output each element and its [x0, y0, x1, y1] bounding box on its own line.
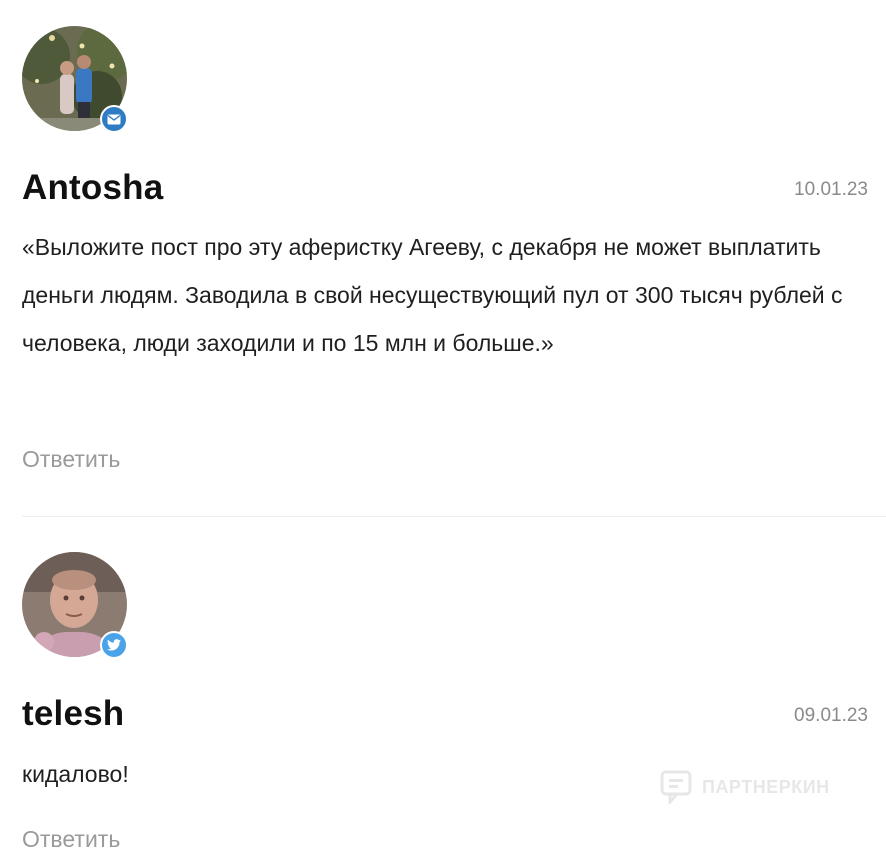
partnerkin-logo-icon	[660, 770, 692, 804]
mail-badge	[100, 105, 128, 133]
comment-date: 09.01.23	[794, 705, 868, 726]
avatar-wrapper	[22, 552, 128, 659]
twitter-badge	[100, 631, 128, 659]
reply-button[interactable]: Ответить	[22, 446, 120, 473]
watermark: ПАРТНЕРКИН	[660, 770, 830, 804]
comment-divider	[22, 516, 886, 517]
comment-author[interactable]: Antosha	[22, 168, 163, 208]
mail-icon	[107, 114, 121, 124]
watermark-text: ПАРТНЕРКИН	[702, 776, 830, 797]
comment-date: 10.01.23	[794, 179, 868, 200]
avatar-wrapper	[22, 26, 128, 133]
twitter-icon	[107, 639, 121, 651]
comment-author[interactable]: telesh	[22, 694, 124, 734]
comment-text: «Выложите пост про эту аферистку Агееву,…	[22, 234, 843, 356]
reply-button[interactable]: Ответить	[22, 826, 120, 853]
